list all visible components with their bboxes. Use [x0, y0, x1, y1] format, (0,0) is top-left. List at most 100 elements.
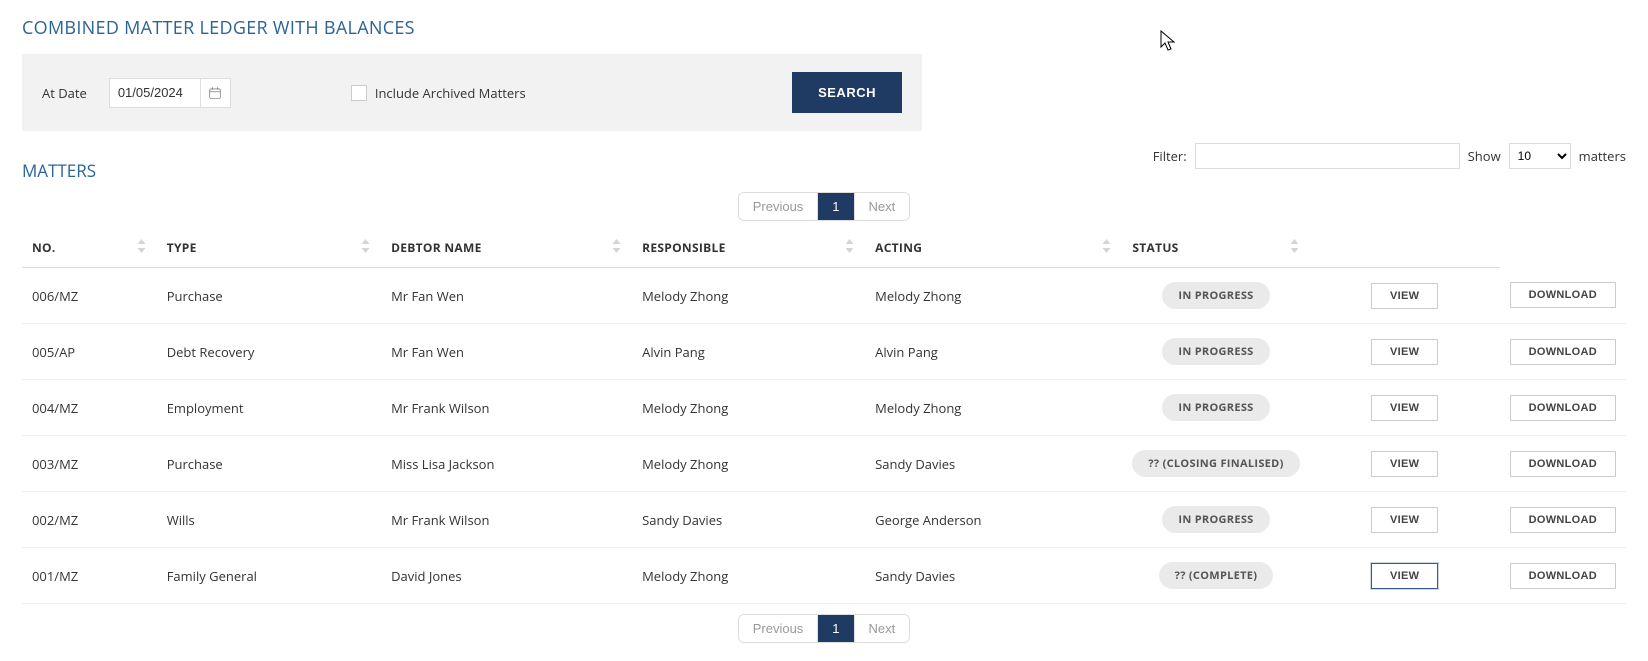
cell-responsible: Alvin Pang: [632, 324, 865, 380]
download-button[interactable]: DOWNLOAD: [1510, 339, 1616, 365]
cell-no: 002/MZ: [22, 492, 157, 548]
cell-responsible: Melody Zhong: [632, 268, 865, 324]
col-type-label: TYPE: [167, 239, 197, 256]
col-debtor-label: DEBTOR NAME: [391, 239, 482, 256]
col-type[interactable]: TYPE: [157, 229, 381, 268]
pager-previous[interactable]: Previous: [739, 193, 819, 220]
view-button[interactable]: VIEW: [1371, 451, 1438, 477]
cell-responsible: Melody Zhong: [632, 380, 865, 436]
cell-status: IN PROGRESS: [1122, 380, 1309, 436]
cell-no: 004/MZ: [22, 380, 157, 436]
show-suffix: matters: [1579, 147, 1626, 165]
matters-table: NO. TYPE DEBTOR NAME RESPONSIBLE ACTING …: [22, 229, 1626, 604]
cell-acting: Sandy Davies: [865, 436, 1122, 492]
view-button[interactable]: VIEW: [1371, 507, 1438, 533]
cell-no: 006/MZ: [22, 268, 157, 324]
filter-input[interactable]: [1195, 143, 1460, 169]
cell-debtor: Mr Frank Wilson: [381, 380, 632, 436]
status-badge: IN PROGRESS: [1162, 282, 1269, 309]
pager-previous[interactable]: Previous: [739, 615, 819, 642]
at-date-field: [109, 78, 231, 108]
cell-status: ?? (COMPLETE): [1122, 548, 1309, 604]
table-row: 006/MZPurchaseMr Fan WenMelody ZhongMelo…: [22, 268, 1626, 324]
cell-acting: Sandy Davies: [865, 548, 1122, 604]
at-date-input[interactable]: [109, 78, 201, 108]
cell-status: IN PROGRESS: [1122, 324, 1309, 380]
pager-bottom: Previous 1 Next: [22, 614, 1626, 643]
include-archived-wrap: Include Archived Matters: [351, 84, 526, 102]
col-acting[interactable]: ACTING: [865, 229, 1122, 268]
pager-top: Previous 1 Next: [22, 192, 1626, 221]
status-badge: ?? (COMPLETE): [1159, 562, 1274, 589]
status-badge: IN PROGRESS: [1162, 394, 1269, 421]
sort-icon: [611, 239, 622, 257]
cell-debtor: Mr Frank Wilson: [381, 492, 632, 548]
download-button[interactable]: DOWNLOAD: [1510, 507, 1616, 533]
view-button[interactable]: VIEW: [1371, 563, 1438, 589]
cell-status: IN PROGRESS: [1122, 492, 1309, 548]
cell-status: ?? (CLOSING FINALISED): [1122, 436, 1309, 492]
pager-next[interactable]: Next: [855, 615, 910, 642]
download-button[interactable]: DOWNLOAD: [1510, 563, 1616, 589]
table-row: 005/APDebt RecoveryMr Fan WenAlvin PangA…: [22, 324, 1626, 380]
col-actions: [1310, 229, 1500, 268]
col-acting-label: ACTING: [875, 239, 922, 256]
cell-acting: Melody Zhong: [865, 380, 1122, 436]
cell-responsible: Melody Zhong: [632, 436, 865, 492]
cell-debtor: Mr Fan Wen: [381, 324, 632, 380]
cell-debtor: David Jones: [381, 548, 632, 604]
calendar-icon[interactable]: [201, 78, 231, 108]
cell-acting: George Anderson: [865, 492, 1122, 548]
show-label: Show: [1468, 147, 1501, 165]
cell-type: Purchase: [157, 268, 381, 324]
cell-no: 005/AP: [22, 324, 157, 380]
table-row: 001/MZFamily GeneralDavid JonesMelody Zh…: [22, 548, 1626, 604]
view-button[interactable]: VIEW: [1371, 283, 1438, 309]
sort-icon: [1101, 239, 1112, 257]
table-row: 003/MZPurchaseMiss Lisa JacksonMelody Zh…: [22, 436, 1626, 492]
search-bar: At Date Include Archived Matters SEARCH: [22, 54, 922, 131]
col-responsible-label: RESPONSIBLE: [642, 239, 726, 256]
show-select[interactable]: 10: [1509, 143, 1571, 169]
page-title: COMBINED MATTER LEDGER WITH BALANCES: [22, 16, 1626, 40]
col-no-label: NO.: [32, 239, 56, 256]
sort-icon: [844, 239, 855, 257]
download-button[interactable]: DOWNLOAD: [1510, 282, 1616, 308]
col-no[interactable]: NO.: [22, 229, 157, 268]
cell-type: Employment: [157, 380, 381, 436]
cell-no: 003/MZ: [22, 436, 157, 492]
cell-type: Wills: [157, 492, 381, 548]
cell-type: Debt Recovery: [157, 324, 381, 380]
view-button[interactable]: VIEW: [1371, 395, 1438, 421]
col-responsible[interactable]: RESPONSIBLE: [632, 229, 865, 268]
pager-next[interactable]: Next: [855, 193, 910, 220]
sort-icon: [1289, 239, 1300, 257]
status-badge: IN PROGRESS: [1162, 338, 1269, 365]
sort-icon: [360, 239, 371, 257]
pager-page-1[interactable]: 1: [818, 193, 854, 220]
cell-acting: Melody Zhong: [865, 268, 1122, 324]
cell-debtor: Miss Lisa Jackson: [381, 436, 632, 492]
cell-type: Purchase: [157, 436, 381, 492]
filter-label: Filter:: [1153, 147, 1187, 165]
status-badge: IN PROGRESS: [1162, 506, 1269, 533]
cell-responsible: Sandy Davies: [632, 492, 865, 548]
filter-controls: Filter: Show 10 matters: [1153, 143, 1626, 169]
cell-no: 001/MZ: [22, 548, 157, 604]
table-row: 004/MZEmploymentMr Frank WilsonMelody Zh…: [22, 380, 1626, 436]
cell-debtor: Mr Fan Wen: [381, 268, 632, 324]
cell-responsible: Melody Zhong: [632, 548, 865, 604]
pager-page-1[interactable]: 1: [818, 615, 854, 642]
section-title: MATTERS: [22, 159, 96, 182]
download-button[interactable]: DOWNLOAD: [1510, 451, 1616, 477]
search-button[interactable]: SEARCH: [792, 72, 902, 113]
at-date-label: At Date: [42, 84, 87, 102]
table-row: 002/MZWillsMr Frank WilsonSandy DaviesGe…: [22, 492, 1626, 548]
download-button[interactable]: DOWNLOAD: [1510, 395, 1616, 421]
view-button[interactable]: VIEW: [1371, 339, 1438, 365]
col-debtor[interactable]: DEBTOR NAME: [381, 229, 632, 268]
col-status-label: STATUS: [1132, 239, 1178, 256]
include-archived-checkbox[interactable]: [351, 85, 367, 101]
col-status[interactable]: STATUS: [1122, 229, 1309, 268]
cell-type: Family General: [157, 548, 381, 604]
